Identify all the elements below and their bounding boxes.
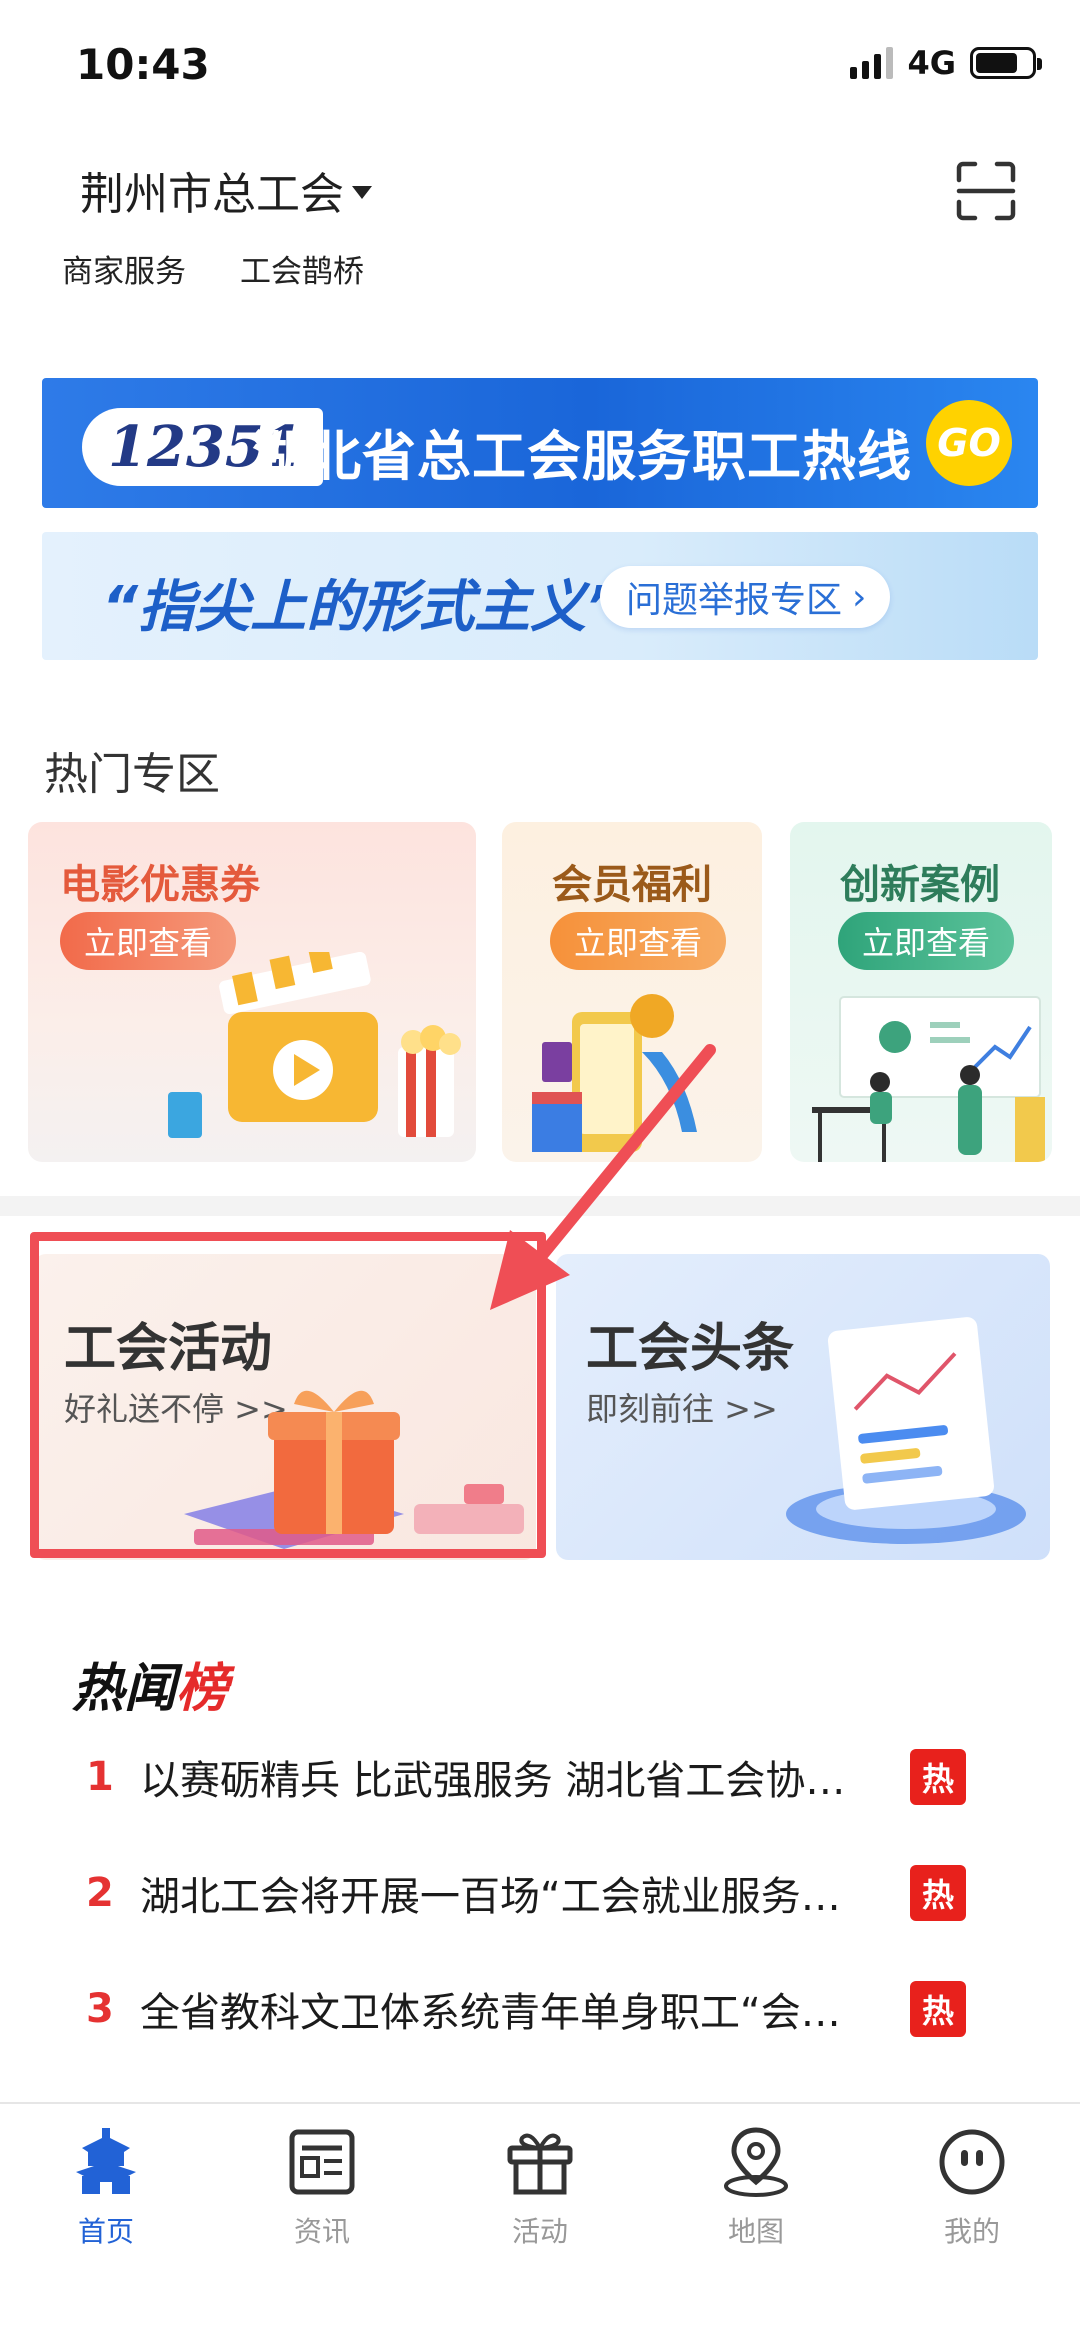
news-title: 湖北工会将开展一百场“工会就业服务…	[140, 1874, 841, 1920]
tab-label: 我的	[943, 2215, 1000, 2248]
tab-label: 地图	[727, 2215, 784, 2248]
quick-links: 商家服务 工会鹊桥	[62, 246, 364, 291]
hot-zone-title: 热门专区	[44, 749, 220, 800]
map-pin-icon	[724, 2127, 788, 2197]
status-indicators: 4G	[850, 44, 1042, 82]
go-button[interactable]: GO	[926, 400, 1012, 486]
news-item[interactable]: 2 湖北工会将开展一百场“工会就业服务… 热	[86, 1858, 970, 1928]
network-type: 4G	[907, 44, 956, 82]
news-item[interactable]: 1 以赛砺精兵 比武强服务 湖北省工会协… 热	[86, 1742, 970, 1812]
gift-icon	[507, 2133, 573, 2195]
member-benefits-title: 会员福利	[552, 862, 712, 908]
tab-profile[interactable]: 我的	[892, 2124, 1052, 2264]
signal-icon	[850, 47, 894, 79]
status-bar: 10:43 4G	[0, 0, 1080, 130]
news-rank: 1	[86, 1754, 114, 1800]
quick-link-merchant[interactable]: 商家服务	[62, 246, 186, 291]
org-selector[interactable]: 荆州市总工会	[80, 158, 372, 222]
scan-button[interactable]	[955, 160, 1017, 222]
hot-badge: 热	[910, 1749, 966, 1805]
news-item[interactable]: 3 全省教科文卫体系统青年单身职工“会… 热	[86, 1974, 970, 2044]
quick-link-matchmaking[interactable]: 工会鹊桥	[240, 246, 364, 291]
hotline-banner[interactable]: 12351 湖北省总工会服务职工热线 GO	[42, 378, 1038, 508]
hot-news-heading: 热闻榜	[72, 1646, 228, 1721]
hot-news-heading-accent: 榜	[176, 1658, 229, 1719]
caret-down-icon	[352, 185, 372, 199]
news-rank: 2	[86, 1870, 114, 1916]
chevron-right-icon: ›	[852, 576, 867, 618]
tab-home[interactable]: 首页	[26, 2124, 186, 2264]
movie-coupon-card[interactable]: 电影优惠券 立即查看	[28, 822, 476, 1162]
member-benefits-view-button[interactable]: 立即查看	[550, 912, 727, 970]
battery-icon	[970, 47, 1042, 79]
union-headline-subtitle: 即刻前往 >>	[586, 1390, 778, 1428]
clapperboard-illustration	[168, 952, 461, 1138]
innovation-cases-card[interactable]: 创新案例 立即查看	[790, 822, 1052, 1162]
highlight-annotation-box	[30, 1232, 546, 1558]
tab-news[interactable]: 资讯	[242, 2124, 402, 2264]
report-zone-label: 问题举报专区	[626, 580, 843, 621]
annotation-arrow	[490, 1044, 716, 1310]
org-name: 荆州市总工会	[80, 169, 344, 220]
hot-badge: 热	[910, 1981, 966, 2037]
news-rank: 3	[86, 1986, 114, 2032]
tab-map[interactable]: 地图	[676, 2124, 836, 2264]
report-zone-button[interactable]: 问题举报专区 ›	[600, 566, 891, 628]
hot-badge: 热	[910, 1865, 966, 1921]
movie-coupon-title: 电影优惠券	[60, 862, 260, 908]
home-tower-icon	[76, 2128, 136, 2194]
innovation-cases-view-button[interactable]: 立即查看	[838, 912, 1015, 970]
profile-face-icon	[939, 2129, 1005, 2195]
hotline-title: 湖北省总工会服务职工热线	[252, 425, 912, 488]
status-time: 10:43	[76, 40, 210, 89]
news-icon	[289, 2129, 355, 2195]
report-title: “指尖上的形式主义”	[102, 575, 623, 640]
tab-activities[interactable]: 活动	[460, 2124, 620, 2264]
tab-label: 活动	[511, 2215, 568, 2248]
scan-icon	[956, 161, 1016, 221]
presentation-illustration	[812, 996, 1045, 1162]
news-title: 以赛砺精兵 比武强服务 湖北省工会协…	[140, 1758, 846, 1804]
tab-label: 资讯	[293, 2215, 350, 2248]
bottom-tab-bar: 首页 资讯 活动 地图 我的	[0, 2102, 1080, 2339]
news-title: 全省教科文卫体系统青年单身职工“会…	[140, 1990, 841, 2036]
report-banner[interactable]: “指尖上的形式主义” 问题举报专区 ›	[42, 532, 1038, 660]
tab-label: 首页	[77, 2215, 134, 2248]
innovation-cases-title: 创新案例	[840, 862, 1000, 908]
hot-news-heading-main: 热闻	[72, 1658, 177, 1719]
report-document-illustration	[786, 1317, 1026, 1544]
